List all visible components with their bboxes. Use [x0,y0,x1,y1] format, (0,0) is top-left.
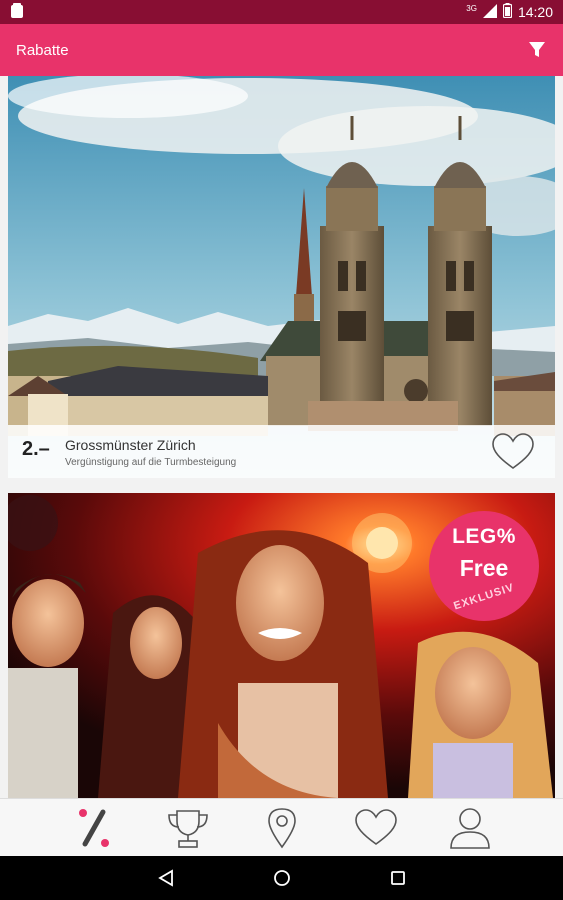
offer-image-grossmuenster [8,76,555,478]
status-time: 14:20 [517,4,553,20]
heart-outline-icon [492,433,534,469]
offer-card-party[interactable]: LEG% Free EXKLUSIV [8,493,555,798]
signal-icon [482,3,497,21]
nav-item-ranking[interactable] [141,799,235,857]
percent-icon [78,809,109,847]
offer-badge: LEG% Free EXKLUSIV [429,511,539,621]
page-title: Rabatte [16,41,69,59]
offer-footer: 2.– Grossmünster Zürich Vergünstigung au… [8,425,555,478]
home-icon [273,870,290,886]
offer-list[interactable]: 2.– Grossmünster Zürich Vergünstigung au… [0,76,563,798]
nav-item-favorites[interactable] [329,799,423,857]
nav-item-discounts[interactable] [47,799,141,857]
network-label: 3G [466,3,477,13]
trophy-icon [167,810,208,848]
offer-title: Grossmünster Zürich [65,437,196,453]
home-button[interactable] [267,863,297,893]
offer-card-grossmuenster[interactable]: 2.– Grossmünster Zürich Vergünstigung au… [8,76,555,478]
app-bar: Rabatte [0,24,563,76]
location-pin-icon [267,808,296,849]
nav-item-map[interactable] [235,799,329,857]
filter-button[interactable] [525,38,549,62]
favorite-button[interactable] [491,433,535,471]
heart-icon [354,809,397,845]
offer-subtitle: Vergünstigung auf die Turmbesteigung [65,457,237,468]
nav-item-profile[interactable] [423,799,517,857]
back-button[interactable] [151,863,181,893]
badge-brand: LEG% [452,525,516,548]
status-right: 3G 14:20 [466,3,553,21]
battery-icon [502,3,513,21]
back-icon [157,869,173,887]
bottom-nav [0,798,563,856]
system-nav-bar [0,856,563,900]
user-icon [449,808,490,849]
recents-button[interactable] [383,863,413,893]
status-left [10,2,24,22]
offer-rank: 2.– [22,438,50,460]
filter-icon [529,42,545,57]
notification-icon [10,2,24,22]
recents-icon [390,871,405,885]
status-bar: 3G 14:20 [0,0,563,24]
